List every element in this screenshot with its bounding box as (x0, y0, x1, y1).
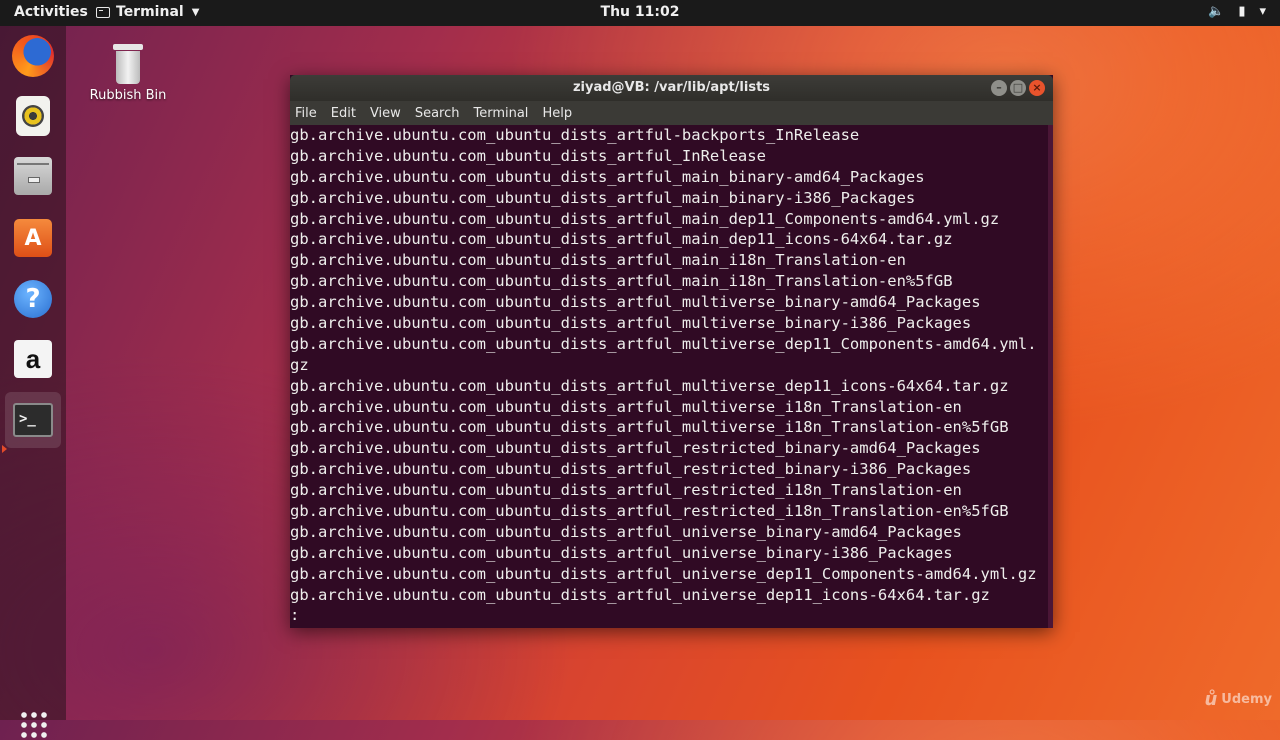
system-tray[interactable]: 🔈 ▮ ▾ (1208, 4, 1266, 19)
terminal-line: gb.archive.ubuntu.com_ubuntu_dists_artfu… (290, 543, 953, 562)
terminal-line: gb.archive.ubuntu.com_ubuntu_dists_artfu… (290, 397, 962, 416)
clock[interactable]: Thu 11:02 (0, 4, 1280, 20)
terminal-line: gb.archive.ubuntu.com_ubuntu_dists_artfu… (290, 293, 981, 312)
terminal-line: gb.archive.ubuntu.com_ubuntu_dists_artfu… (290, 376, 1009, 395)
launcher-firefox[interactable] (9, 32, 57, 80)
terminal-line: gb.archive.ubuntu.com_ubuntu_dists_artfu… (290, 251, 906, 270)
launcher-software[interactable]: A (9, 214, 57, 262)
amazon-icon: a (14, 340, 52, 378)
launcher-amazon[interactable]: a (9, 335, 57, 383)
scrollbar[interactable] (1048, 125, 1053, 628)
terminal-line: : (290, 606, 300, 625)
active-indicator (2, 445, 7, 453)
terminal-line: gb.archive.ubuntu.com_ubuntu_dists_artfu… (290, 585, 990, 604)
battery-icon[interactable]: ▮ (1238, 4, 1245, 19)
terminal-line: gb.archive.ubuntu.com_ubuntu_dists_artfu… (290, 272, 953, 291)
desktop-trash[interactable]: Rubbish Bin (88, 44, 168, 103)
menu-file[interactable]: File (295, 106, 317, 121)
menu-search[interactable]: Search (415, 106, 460, 121)
help-icon: ? (14, 280, 52, 318)
terminal-line: gb.archive.ubuntu.com_ubuntu_dists_artfu… (290, 418, 1009, 437)
launcher-help[interactable]: ? (9, 275, 57, 323)
terminal-line: gb.archive.ubuntu.com_ubuntu_dists_artfu… (290, 209, 1000, 228)
launcher-files[interactable] (9, 152, 57, 200)
minimize-icon[interactable]: – (991, 80, 1007, 96)
terminal-line: gb.archive.ubuntu.com_ubuntu_dists_artfu… (290, 188, 916, 207)
terminal-output[interactable]: gb.archive.ubuntu.com_ubuntu_dists_artfu… (290, 125, 1048, 628)
close-icon[interactable]: × (1029, 80, 1045, 96)
top-bar: Activities Terminal ▼ Thu 11:02 🔈 ▮ ▾ (0, 0, 1280, 26)
files-icon (14, 157, 52, 195)
terminal-icon: >_ (13, 403, 53, 437)
rhythmbox-icon (16, 96, 50, 136)
volume-icon[interactable]: 🔈 (1208, 4, 1224, 19)
menu-help[interactable]: Help (542, 106, 572, 121)
terminal-line: gb.archive.ubuntu.com_ubuntu_dists_artfu… (290, 126, 860, 144)
terminal-line: gb.archive.ubuntu.com_ubuntu_dists_artfu… (290, 522, 962, 541)
launcher: A ? a >_ (0, 26, 66, 740)
terminal-line: gb.archive.ubuntu.com_ubuntu_dists_artfu… (290, 167, 925, 186)
window-menubar: File Edit View Search Terminal Help (290, 101, 1053, 125)
terminal-window[interactable]: ziyad@VB: /var/lib/apt/lists – □ × File … (290, 75, 1053, 628)
show-applications-icon[interactable] (19, 710, 49, 740)
terminal-line: gb.archive.ubuntu.com_ubuntu_dists_artfu… (290, 334, 1037, 353)
terminal-line: gb.archive.ubuntu.com_ubuntu_dists_artfu… (290, 230, 953, 249)
udemy-logo-icon: ů (1204, 689, 1218, 710)
udemy-text: Udemy (1221, 692, 1272, 707)
terminal-line: gb.archive.ubuntu.com_ubuntu_dists_artfu… (290, 502, 1009, 521)
terminal-line: gb.archive.ubuntu.com_ubuntu_dists_artfu… (290, 460, 972, 479)
terminal-line: gz (290, 355, 309, 374)
terminal-line: gb.archive.ubuntu.com_ubuntu_dists_artfu… (290, 439, 981, 458)
trash-label: Rubbish Bin (89, 88, 167, 103)
menu-view[interactable]: View (370, 106, 401, 121)
chevron-down-icon[interactable]: ▾ (1259, 4, 1266, 19)
window-controls: – □ × (991, 80, 1045, 96)
launcher-rhythmbox[interactable] (9, 92, 57, 140)
terminal-line: gb.archive.ubuntu.com_ubuntu_dists_artfu… (290, 481, 962, 500)
launcher-terminal[interactable]: >_ (5, 392, 61, 448)
menu-edit[interactable]: Edit (331, 106, 356, 121)
menu-terminal[interactable]: Terminal (473, 106, 528, 121)
udemy-watermark: ů Udemy (1204, 689, 1272, 710)
window-titlebar[interactable]: ziyad@VB: /var/lib/apt/lists – □ × (290, 75, 1053, 101)
firefox-icon (12, 35, 54, 77)
trash-icon (113, 44, 143, 84)
terminal-line: gb.archive.ubuntu.com_ubuntu_dists_artfu… (290, 314, 972, 333)
window-title: ziyad@VB: /var/lib/apt/lists (572, 80, 771, 95)
terminal-line: gb.archive.ubuntu.com_ubuntu_dists_artfu… (290, 146, 766, 165)
terminal-lines: gb.archive.ubuntu.com_ubuntu_dists_artfu… (290, 125, 1048, 626)
maximize-icon[interactable]: □ (1010, 80, 1026, 96)
terminal-line: gb.archive.ubuntu.com_ubuntu_dists_artfu… (290, 564, 1037, 583)
ubuntu-software-icon: A (14, 219, 52, 257)
